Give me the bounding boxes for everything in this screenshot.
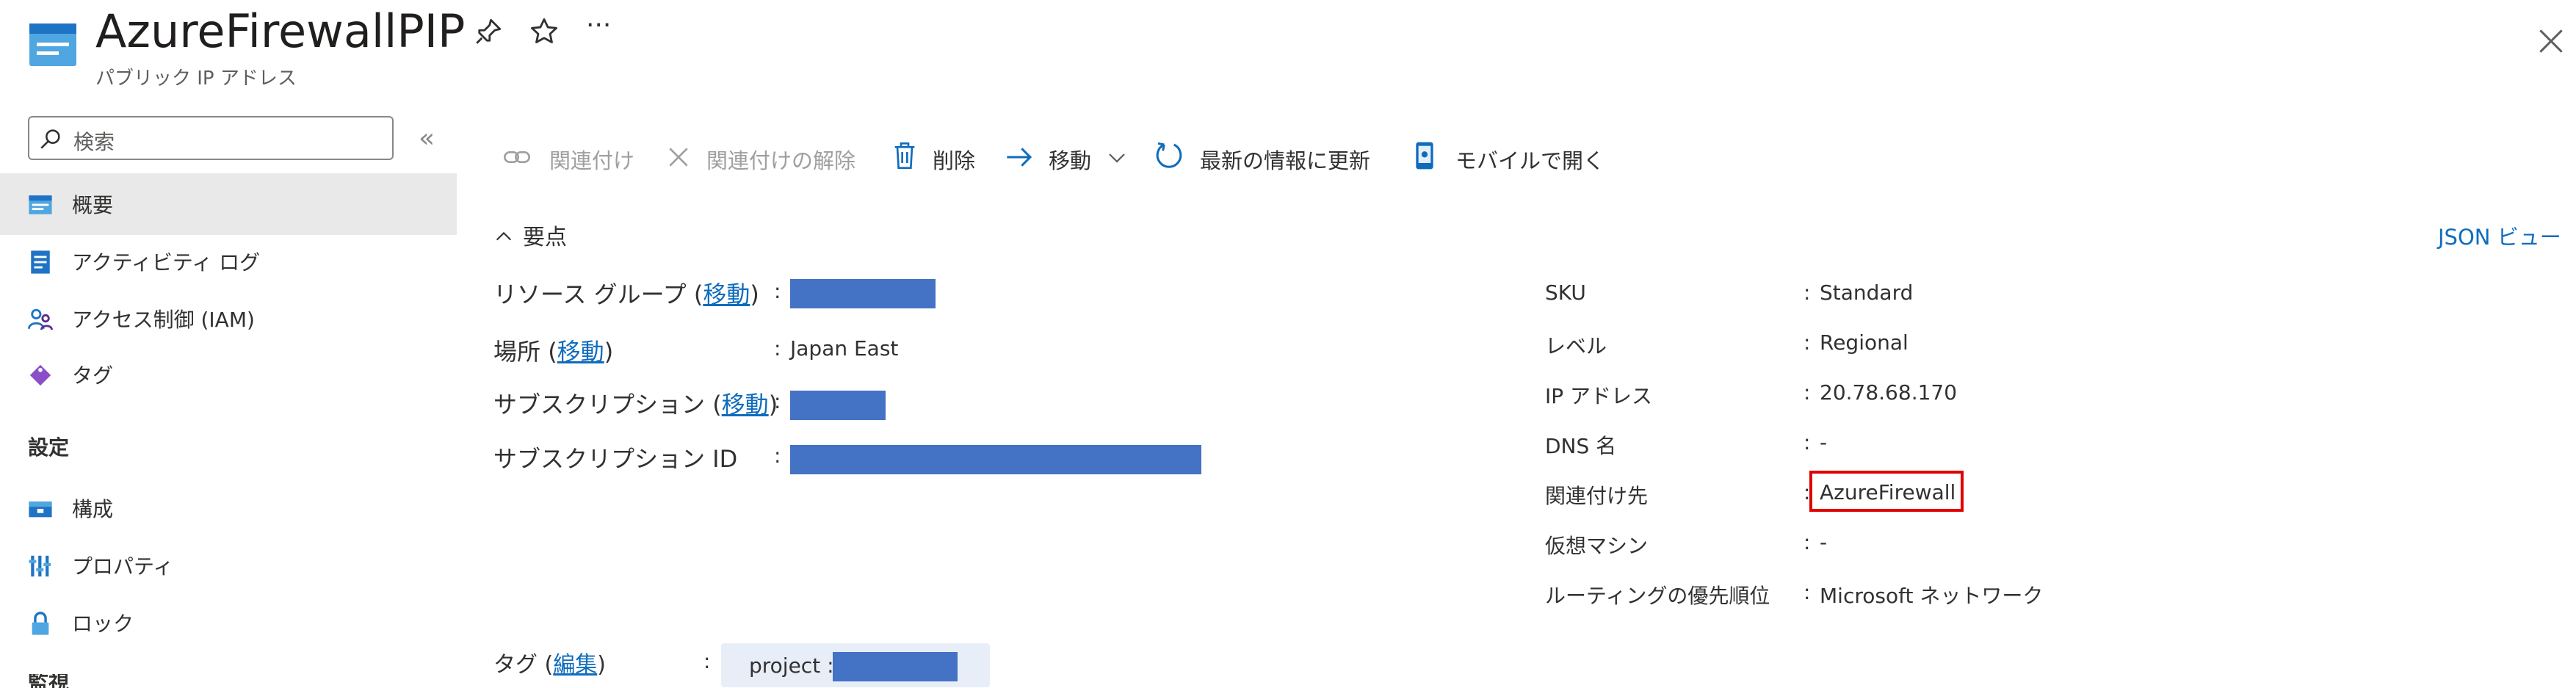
sidebar-section-settings: 設定 [28, 435, 70, 460]
sidebar-item-iam[interactable]: アクセス制御 (IAM) [72, 304, 255, 333]
json-view-link[interactable]: JSON ビュー [2438, 220, 2561, 251]
routing-preference-value: Microsoft ネットワーク [1820, 584, 2044, 608]
subscription-label: サブスクリプション [493, 391, 706, 419]
refresh-button[interactable]: 最新の情報に更新 [1200, 144, 1370, 175]
open-mobile-button[interactable]: モバイルで開く [1455, 144, 1604, 175]
chevron-up-icon[interactable] [493, 226, 514, 247]
location-move-link[interactable]: 移動 [557, 338, 604, 366]
mobile-icon [1416, 142, 1433, 170]
dns-name-value: - [1820, 430, 1828, 455]
associated-to-label: 関連付け先 [1545, 484, 1649, 508]
public-ip-icon [29, 23, 76, 66]
iam-icon [28, 308, 53, 330]
lock-icon [32, 612, 49, 635]
resource-group-label: リソース グループ [493, 280, 687, 308]
sidebar-section-monitoring: 監視 [28, 674, 69, 688]
delete-button[interactable]: 削除 [933, 144, 975, 175]
redacted-subscription-id [790, 445, 1201, 474]
tier-label: レベル [1545, 334, 1607, 358]
tags-row: タグ (編集) [493, 652, 606, 678]
tag-chip[interactable]: project : [721, 643, 990, 687]
colon: : [774, 443, 781, 468]
page-title: AzureFirewallPIP [95, 4, 466, 58]
sidebar-item-overview-label: 概要 [72, 193, 114, 217]
refresh-icon [1156, 142, 1182, 168]
sidebar-item-activity-log[interactable]: アクティビティ ログ [72, 247, 260, 276]
tags-label: タグ [493, 652, 538, 678]
essentials-header[interactable]: 要点 [523, 219, 567, 251]
tag-key: project : [749, 653, 834, 678]
delete-icon [894, 142, 915, 169]
location-value: Japan East [790, 336, 899, 361]
dissociate-button[interactable]: 関連付けの解除 [706, 144, 855, 175]
link-icon [504, 151, 530, 163]
overview-icon [29, 195, 52, 214]
virtual-machine-label: 仮想マシン [1545, 534, 1649, 558]
sidebar-item-lock[interactable]: ロック [72, 608, 134, 637]
close-icon[interactable] [2535, 25, 2567, 57]
location-row: 場所 (移動) [493, 338, 614, 366]
colon: : [774, 279, 781, 303]
virtual-machine-value: - [1820, 530, 1828, 554]
move-arrow-icon [1007, 148, 1032, 167]
colon: : [1803, 280, 1811, 305]
page-subtitle: パブリック IP アドレス [95, 68, 297, 90]
colon: : [1803, 580, 1811, 604]
properties-icon [29, 555, 51, 577]
subscription-row: サブスクリプション (移動) [493, 391, 778, 419]
sku-label: SKU [1545, 280, 1586, 305]
resource-group-row: リソース グループ (移動) [493, 280, 759, 308]
favorite-star-icon[interactable] [529, 16, 560, 47]
redacted-tag-value [833, 652, 958, 681]
dns-name-label: DNS 名 [1545, 434, 1617, 458]
subscription-id-label: サブスクリプション ID [493, 445, 738, 473]
search-icon [40, 129, 60, 149]
subscription-move-link[interactable]: 移動 [722, 391, 769, 419]
move-button[interactable]: 移動 [1049, 144, 1091, 175]
associated-to-link[interactable]: AzureFirewall [1820, 480, 1955, 504]
resource-group-move-link[interactable]: 移動 [703, 280, 750, 308]
routing-preference-label: ルーティングの優先順位 [1545, 584, 1770, 608]
colon: : [1803, 380, 1811, 405]
location-label: 場所 [493, 338, 541, 366]
sidebar-section-monitoring-label: 監視 [28, 674, 70, 688]
tags-edit-link[interactable]: 編集 [553, 652, 597, 678]
pin-icon[interactable] [473, 16, 504, 47]
colon: : [1803, 330, 1811, 355]
search-placeholder: 検索 [73, 130, 115, 154]
redacted-subscription[interactable] [790, 391, 886, 420]
colon: : [774, 336, 781, 361]
activity-log-icon [31, 250, 50, 274]
configuration-icon [29, 501, 52, 518]
redacted-resource-group[interactable] [790, 279, 936, 308]
colon: : [774, 389, 781, 413]
collapse-sidebar-button[interactable]: « [419, 123, 435, 153]
colon: : [703, 649, 711, 673]
colon: : [1803, 530, 1811, 554]
colon: : [1803, 430, 1811, 455]
dissociate-x-icon [669, 148, 688, 167]
sidebar-item-overview[interactable] [0, 173, 457, 235]
more-actions-button[interactable]: ··· [586, 10, 611, 40]
ip-address-label: IP アドレス [1545, 384, 1653, 408]
sidebar-item-tags[interactable]: タグ [72, 360, 113, 389]
sidebar-item-configuration[interactable]: 構成 [72, 493, 113, 523]
sidebar-search-input[interactable]: 検索 [28, 116, 394, 160]
sidebar-item-properties[interactable]: プロパティ [72, 551, 173, 580]
associate-button[interactable]: 関連付け [549, 144, 634, 175]
tag-icon [29, 364, 51, 386]
tier-value: Regional [1820, 330, 1909, 355]
sku-value: Standard [1820, 280, 1914, 305]
chevron-down-icon[interactable] [1106, 147, 1128, 169]
ip-address-value: 20.78.68.170 [1820, 380, 1958, 405]
